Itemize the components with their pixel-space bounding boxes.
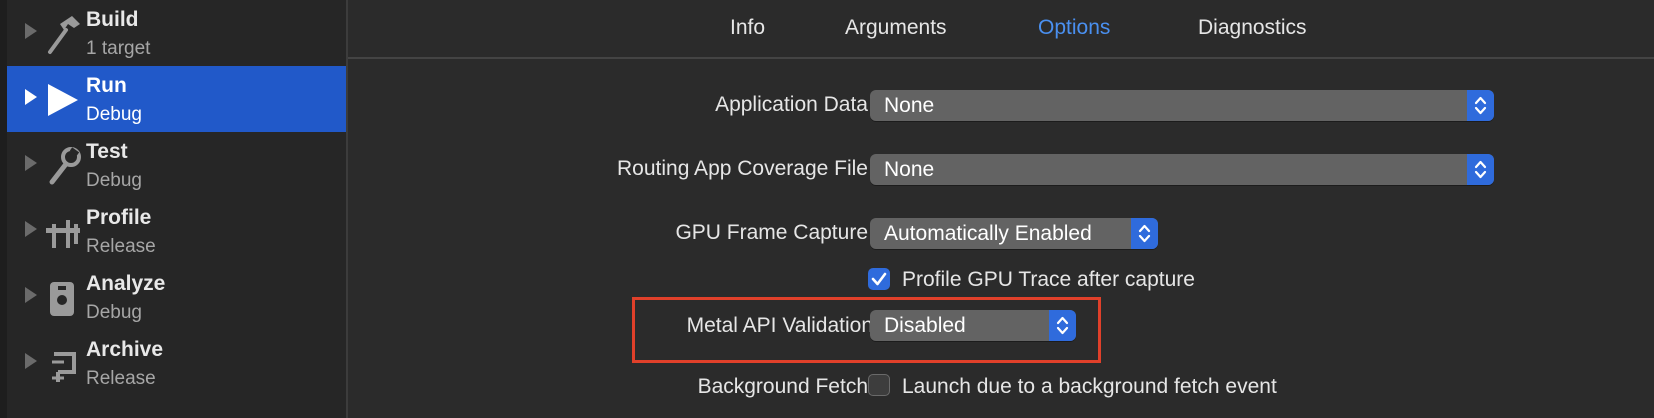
wrench-icon: [44, 144, 84, 188]
gpu-frame-capture-popup[interactable]: Automatically Enabled: [870, 218, 1158, 249]
disclosure-triangle-icon[interactable]: [25, 155, 37, 171]
sidebar-item-subtitle: Release: [86, 368, 156, 389]
popup-value: None: [884, 94, 935, 117]
annotation-highlight-box: [632, 297, 1101, 363]
sidebar-item-test[interactable]: Test Debug: [7, 132, 346, 198]
analyze-icon: [44, 276, 84, 320]
disclosure-triangle-icon[interactable]: [25, 353, 37, 369]
routing-coverage-label: Routing App Coverage File: [617, 157, 868, 180]
sidebar-item-subtitle: 1 target: [86, 38, 151, 59]
window-edge: [0, 0, 7, 418]
popup-value: None: [884, 158, 935, 181]
popup-stepper-icon: [1131, 218, 1158, 249]
profile-gpu-trace-checkbox[interactable]: [868, 268, 890, 290]
sidebar-item-title: Test: [86, 140, 128, 163]
background-fetch-label: Background Fetch: [697, 375, 868, 398]
sidebar-item-subtitle: Release: [86, 236, 156, 257]
popup-stepper-icon: [1467, 90, 1494, 121]
tab-options[interactable]: Options: [1038, 16, 1110, 40]
sidebar-item-title: Build: [86, 8, 139, 31]
tab-arguments[interactable]: Arguments: [845, 16, 947, 40]
sidebar-item-archive[interactable]: Archive Release: [7, 330, 346, 396]
tab-info[interactable]: Info: [730, 16, 765, 40]
play-icon: [44, 78, 84, 122]
sidebar-item-subtitle: Debug: [86, 170, 142, 191]
background-fetch-checkbox-label: Launch due to a background fetch event: [902, 375, 1277, 398]
sidebar-item-run[interactable]: Run Debug: [7, 66, 346, 132]
sidebar-item-subtitle: Debug: [86, 302, 142, 323]
sidebar-item-title: Analyze: [86, 272, 166, 295]
checkmark-icon: [871, 272, 887, 286]
tab-diagnostics[interactable]: Diagnostics: [1198, 16, 1307, 40]
disclosure-triangle-icon[interactable]: [25, 287, 37, 303]
tab-bar: Info Arguments Options Diagnostics: [348, 0, 1654, 59]
background-fetch-checkbox[interactable]: [868, 374, 890, 396]
popup-stepper-icon: [1467, 154, 1494, 185]
sidebar-item-analyze[interactable]: Analyze Debug: [7, 264, 346, 330]
sidebar-item-build[interactable]: Build 1 target: [7, 0, 346, 66]
sidebar-item-title: Profile: [86, 206, 152, 229]
disclosure-triangle-icon[interactable]: [25, 221, 37, 237]
sidebar-item-title: Run: [86, 74, 127, 97]
hammer-icon: [44, 12, 84, 56]
application-data-popup[interactable]: None: [870, 90, 1494, 121]
sidebar-item-subtitle: Debug: [86, 104, 142, 125]
disclosure-triangle-icon[interactable]: [25, 23, 37, 39]
popup-value: Automatically Enabled: [884, 222, 1092, 245]
application-data-label: Application Data: [715, 93, 868, 116]
routing-coverage-popup[interactable]: None: [870, 154, 1494, 185]
gauge-icon: [44, 210, 84, 254]
sidebar-item-profile[interactable]: Profile Release: [7, 198, 346, 264]
scheme-actions-sidebar: Build 1 target Run Debug Test Debug Prof…: [7, 0, 348, 418]
disclosure-triangle-icon[interactable]: [25, 89, 37, 105]
sidebar-item-title: Archive: [86, 338, 164, 361]
profile-gpu-trace-label: Profile GPU Trace after capture: [902, 268, 1195, 291]
gpu-frame-capture-label: GPU Frame Capture: [675, 221, 868, 244]
archive-icon: [44, 342, 84, 386]
